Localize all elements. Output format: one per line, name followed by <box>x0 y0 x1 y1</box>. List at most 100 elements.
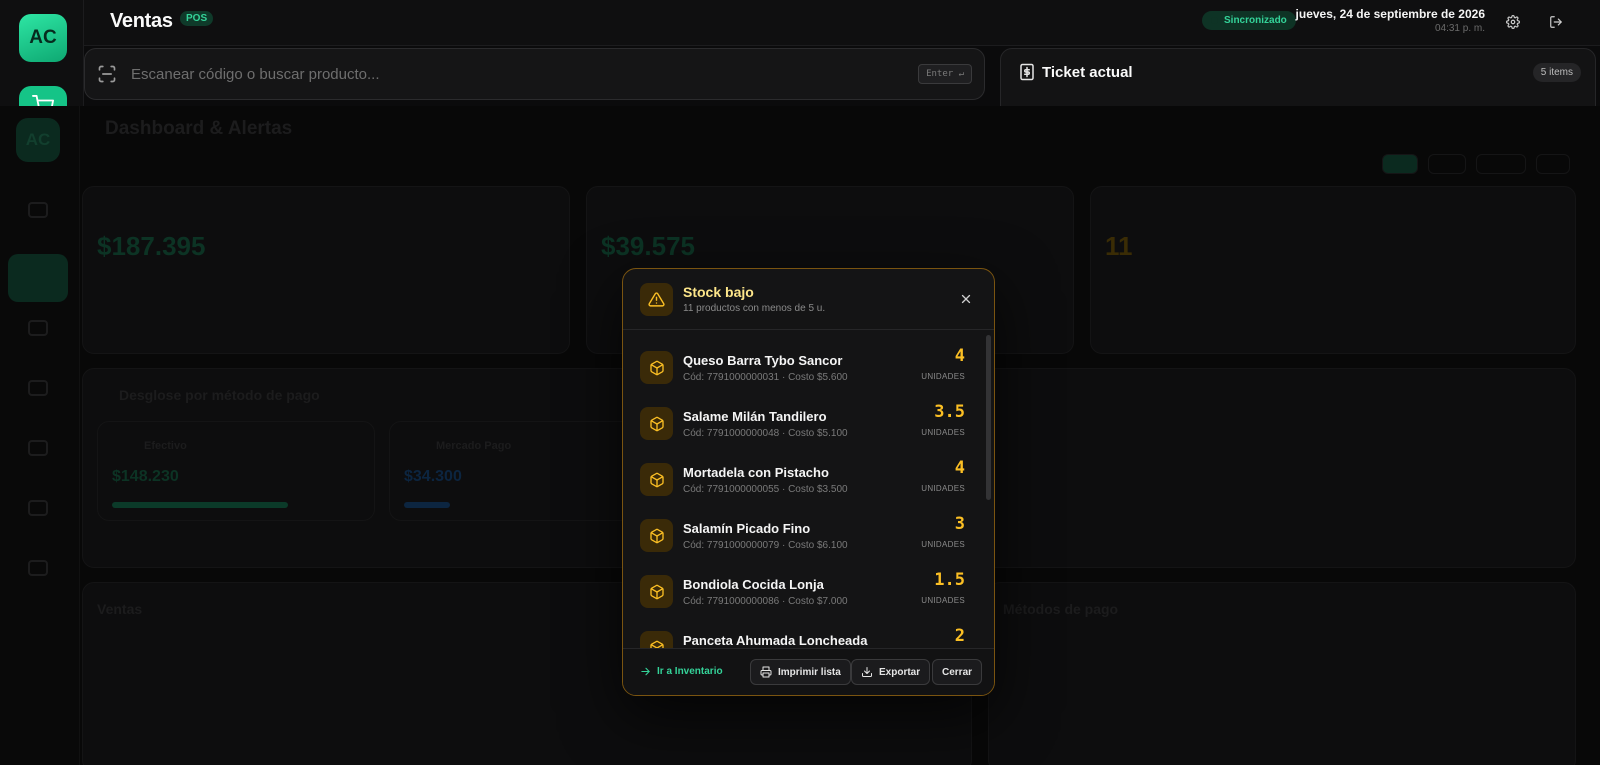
unit-label: UNIDADES <box>921 484 965 493</box>
list-item[interactable]: Mortadela con Pistacho Cód: 779100000005… <box>623 453 981 509</box>
product-icon-box <box>640 463 673 496</box>
download-icon <box>862 667 872 677</box>
top-header: Ventas POS Sincronizado jueves, 24 de se… <box>84 0 1600 46</box>
ticket-item-count: 5 items <box>1532 63 1581 82</box>
unit-label: UNIDADES <box>921 596 965 605</box>
ticket-title: Ticket actual <box>1042 64 1133 81</box>
backdrop-mp-label: Mercado Pago <box>436 440 512 452</box>
settings-button[interactable] <box>1503 12 1523 32</box>
gear-icon <box>1506 15 1520 29</box>
backdrop-nav-icon <box>28 560 48 576</box>
app-logo: AC <box>19 14 67 62</box>
backdrop-kpi-card: 11 <box>1090 186 1576 354</box>
backdrop-logo: AC <box>16 118 60 162</box>
backdrop-cash-label: Efectivo <box>144 440 187 452</box>
unit-label: UNIDADES <box>921 428 965 437</box>
product-meta: Cód: 7791000000055 · Costo $3.500 <box>683 484 848 495</box>
product-name: Panceta Ahumada Loncheada <box>683 633 868 648</box>
print-list-button[interactable]: Imprimir lista <box>750 659 851 685</box>
modal-title: Stock bajo <box>683 284 754 300</box>
product-search-bar: Enter ↵ <box>84 48 985 100</box>
backdrop-segment <box>1536 154 1570 174</box>
search-input[interactable] <box>131 63 891 85</box>
backdrop-cash-card: Efectivo $148.230 <box>97 421 375 521</box>
list-scrollbar[interactable] <box>986 335 991 500</box>
logout-icon <box>1550 16 1562 28</box>
current-date: jueves, 24 de septiembre de 2026 <box>1295 7 1485 21</box>
product-meta: Cód: 7791000000031 · Costo $5.600 <box>683 372 848 383</box>
backdrop-nav-icon <box>28 440 48 456</box>
product-name: Bondiola Cocida Lonja <box>683 577 824 592</box>
warning-icon-box <box>640 283 673 316</box>
list-item[interactable]: Salame Milán Tandilero Cód: 779100000004… <box>623 397 981 453</box>
pos-badge: POS <box>180 11 214 26</box>
backdrop-kpi-profit: $39.575 <box>601 231 695 261</box>
print-list-label: Imprimir lista <box>778 666 841 678</box>
backdrop-nav-icon <box>28 500 48 516</box>
stock-quantity: 3.5 <box>934 402 965 422</box>
product-icon-box <box>640 351 673 384</box>
product-meta: Cód: 7791000000048 · Costo $5.100 <box>683 428 848 439</box>
unit-label: UNIDADES <box>921 540 965 549</box>
list-item[interactable]: Queso Barra Tybo Sancor Cód: 77910000000… <box>623 341 981 397</box>
package-icon <box>649 416 664 431</box>
backdrop-mp-bar <box>404 502 450 508</box>
low-stock-list[interactable]: Queso Barra Tybo Sancor Cód: 77910000000… <box>623 331 994 656</box>
low-stock-modal: Stock bajo 11 productos con menos de 5 u… <box>622 268 995 696</box>
enter-key-hint: Enter ↵ <box>918 64 972 84</box>
backdrop-mp-value: $34.300 <box>404 468 462 485</box>
barcode-scan-icon <box>98 65 116 83</box>
backdrop-segment <box>1382 154 1418 174</box>
go-to-inventory-label: Ir a Inventario <box>657 666 723 677</box>
close-icon <box>961 294 971 304</box>
backdrop-sidebar: AC <box>0 106 80 765</box>
product-name: Salame Milán Tandilero <box>683 409 827 424</box>
export-button[interactable]: Exportar <box>851 659 931 685</box>
logout-button[interactable] <box>1546 12 1566 32</box>
backdrop-kpi-card: $187.395 <box>82 186 570 354</box>
modal-header: Stock bajo 11 productos con menos de 5 u… <box>623 269 994 330</box>
stock-quantity: 3 <box>954 514 965 534</box>
ticket-panel: Ticket actual 5 items <box>1000 48 1596 108</box>
product-name: Mortadela con Pistacho <box>683 465 829 480</box>
stock-quantity: 2 <box>954 626 965 646</box>
warning-icon <box>648 292 665 307</box>
list-item[interactable]: Salamín Picado Fino Cód: 7791000000079 ·… <box>623 509 981 565</box>
package-icon <box>649 472 664 487</box>
stock-quantity: 1.5 <box>934 570 965 590</box>
backdrop-nav-icon <box>28 320 48 336</box>
stock-quantity: 4 <box>954 458 965 478</box>
list-item[interactable]: Bondiola Cocida Lonja Cód: 7791000000086… <box>623 565 981 621</box>
product-icon-box <box>640 407 673 440</box>
sync-status-badge: Sincronizado <box>1202 11 1296 30</box>
page-title: Ventas <box>110 10 173 32</box>
package-icon <box>649 360 664 375</box>
printer-icon <box>760 666 772 678</box>
backdrop-kpi-stock: 11 <box>1105 231 1133 261</box>
unit-label: UNIDADES <box>921 372 965 381</box>
backdrop-nav-icon <box>28 380 48 396</box>
sync-status-label: Sincronizado <box>1224 15 1287 26</box>
product-icon-box <box>640 519 673 552</box>
product-meta: Cód: 7791000000079 · Costo $6.100 <box>683 540 848 551</box>
product-meta: Cód: 7791000000086 · Costo $7.000 <box>683 596 848 607</box>
go-to-inventory-link[interactable]: Ir a Inventario <box>640 666 723 677</box>
close-button[interactable]: Cerrar <box>932 659 983 685</box>
package-icon <box>649 528 664 543</box>
backdrop-cash-bar <box>112 502 288 508</box>
backdrop-methods-card: Métodos de pago <box>988 582 1576 765</box>
export-label: Exportar <box>879 666 921 678</box>
pos-app: AC Ventas POS Sincronizado jueves, 24 de… <box>0 0 1600 765</box>
arrow-right-icon <box>641 667 650 676</box>
backdrop-nav-icon <box>28 202 48 218</box>
product-icon-box <box>640 575 673 608</box>
backdrop-cash-value: $148.230 <box>112 468 179 485</box>
backdrop-methods-title: Métodos de pago <box>1003 601 1119 617</box>
stock-quantity: 4 <box>954 346 965 366</box>
backdrop-nav-active <box>8 254 68 302</box>
backdrop-title: Dashboard & Alertas <box>105 118 293 139</box>
backdrop-sales-title: Ventas <box>97 601 143 617</box>
backdrop-segment <box>1428 154 1466 174</box>
close-modal-button[interactable] <box>956 289 976 309</box>
backdrop-kpi-income: $187.395 <box>97 231 206 261</box>
